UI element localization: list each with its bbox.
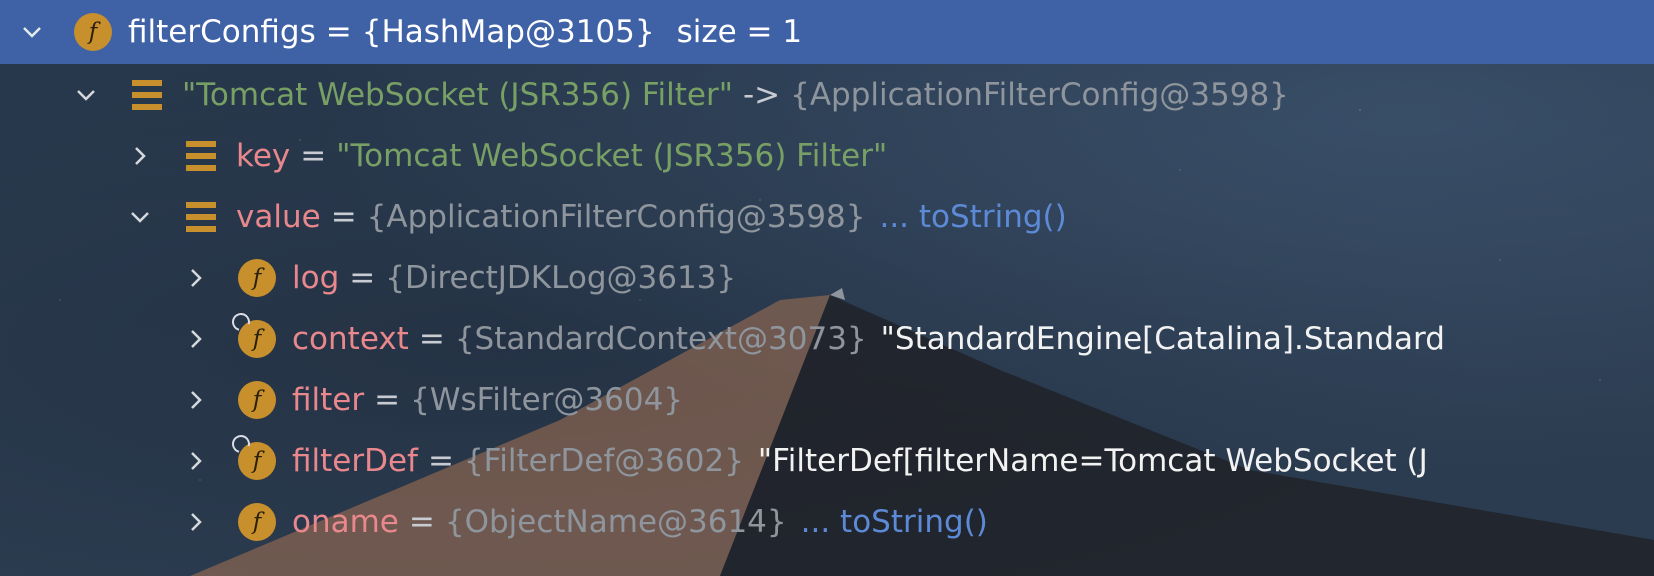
- variable-name: log: [292, 259, 340, 296]
- field-icon: f: [238, 258, 276, 297]
- equals-sign: =: [408, 503, 435, 540]
- chevron-down-icon[interactable]: [128, 205, 152, 229]
- chevron-right-icon[interactable]: [184, 510, 208, 534]
- variable-value: {FilterDef@3602}: [463, 442, 744, 479]
- chevron-right-icon[interactable]: [184, 449, 208, 473]
- variable-name: context: [292, 320, 409, 357]
- chevron-right-icon[interactable]: [128, 144, 152, 168]
- entry-key-string: "Tomcat WebSocket (JSR356) Filter": [182, 76, 733, 113]
- tree-row-filter[interactable]: f filter = {WsFilter@3604}: [0, 369, 1654, 430]
- equals-sign: =: [300, 137, 327, 174]
- entry-field-icon: [186, 201, 216, 232]
- field-icon-letter: f: [252, 264, 262, 291]
- debugger-variables-panel: f filterConfigs = {HashMap@3105} size = …: [0, 0, 1654, 576]
- field-icon: f: [238, 380, 276, 419]
- variable-value: {ObjectName@3614}: [444, 503, 787, 540]
- equals-sign: =: [349, 259, 376, 296]
- tostring-link[interactable]: ... toString(): [801, 504, 988, 540]
- equals-sign: =: [418, 320, 445, 357]
- equals-sign: =: [325, 14, 352, 50]
- equals-sign: =: [330, 198, 357, 235]
- tree-row-key[interactable]: key = "Tomcat WebSocket (JSR356) Filter": [0, 125, 1654, 186]
- variable-value: {ApplicationFilterConfig@3598}: [366, 198, 866, 235]
- variable-value: {WsFilter@3604}: [410, 381, 684, 418]
- variable-tostring-value: "StandardEngine[Catalina].Standard: [880, 320, 1445, 357]
- map-entry-icon: [132, 79, 162, 110]
- tree-row-map-entry[interactable]: "Tomcat WebSocket (JSR356) Filter" -> {A…: [0, 64, 1654, 125]
- chevron-right-icon[interactable]: [184, 388, 208, 412]
- variable-value: {StandardContext@3073}: [454, 320, 867, 357]
- field-icon: f: [74, 13, 112, 51]
- entry-field-icon: [186, 140, 216, 171]
- chevron-right-icon[interactable]: [184, 327, 208, 351]
- tree-row-value[interactable]: value = {ApplicationFilterConfig@3598} .…: [0, 186, 1654, 247]
- variable-value: {DirectJDKLog@3613}: [385, 259, 737, 296]
- lock-icon: [228, 309, 254, 334]
- variable-name: filterConfigs: [128, 14, 316, 50]
- variable-name: filterDef: [292, 442, 418, 479]
- variable-tostring-value: "FilterDef[filterName=Tomcat WebSocket (…: [757, 442, 1428, 479]
- tree-row-context[interactable]: f context = {StandardContext@3073} "Stan…: [0, 308, 1654, 369]
- field-icon-letter: f: [252, 386, 262, 413]
- chevron-right-icon[interactable]: [184, 266, 208, 290]
- variable-size: size = 1: [676, 14, 803, 50]
- tree-row-log[interactable]: f log = {DirectJDKLog@3613}: [0, 247, 1654, 308]
- tostring-link[interactable]: ... toString(): [879, 199, 1066, 235]
- lock-icon: [228, 431, 254, 456]
- variable-name: key: [236, 137, 291, 174]
- variable-name: filter: [292, 381, 365, 418]
- entry-arrow: ->: [742, 76, 781, 113]
- field-icon-letter: f: [252, 508, 262, 535]
- entry-value: {ApplicationFilterConfig@3598}: [790, 76, 1289, 113]
- tree-row-filterdef[interactable]: f filterDef = {FilterDef@3602} "FilterDe…: [0, 430, 1654, 491]
- private-field-icon: f: [228, 431, 276, 480]
- field-icon-letter: f: [252, 325, 262, 352]
- equals-sign: =: [427, 442, 454, 479]
- variable-name: value: [236, 198, 321, 235]
- variable-name: oname: [292, 503, 399, 540]
- field-icon: f: [238, 502, 276, 541]
- variable-value: {HashMap@3105}: [361, 14, 655, 50]
- tree-row-filterconfigs[interactable]: f filterConfigs = {HashMap@3105} size = …: [0, 0, 1654, 64]
- variables-tree: f filterConfigs = {HashMap@3105} size = …: [0, 0, 1654, 552]
- tree-row-oname[interactable]: f oname = {ObjectName@3614} ... toString…: [0, 491, 1654, 552]
- variable-value: "Tomcat WebSocket (JSR356) Filter": [336, 137, 888, 174]
- field-icon-letter: f: [88, 19, 98, 45]
- chevron-down-icon[interactable]: [20, 20, 44, 44]
- private-field-icon: f: [228, 309, 276, 358]
- chevron-down-icon[interactable]: [74, 83, 98, 107]
- field-icon-letter: f: [252, 447, 262, 474]
- equals-sign: =: [374, 381, 401, 418]
